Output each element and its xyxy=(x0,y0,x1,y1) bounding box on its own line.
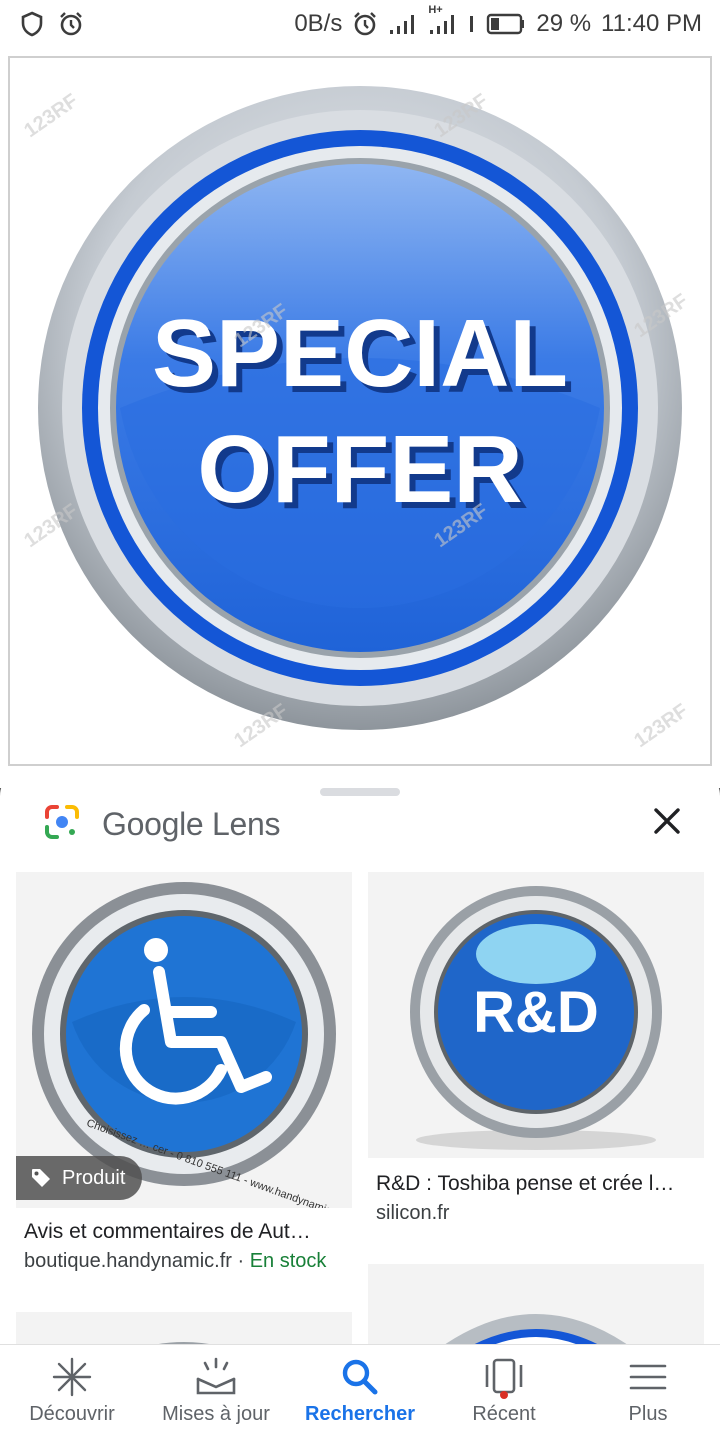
alarm-icon xyxy=(58,11,84,37)
lens-title: Google Lens xyxy=(102,805,281,842)
nav-item-plus[interactable]: Plus xyxy=(576,1345,720,1440)
network-type: H+ xyxy=(428,4,443,16)
nav-label: Récent xyxy=(472,1403,536,1425)
sheet-drag-handle[interactable] xyxy=(320,788,400,796)
battery-icon xyxy=(486,13,526,35)
nav-item-decouvrir[interactable]: Découvrir xyxy=(0,1345,144,1440)
result-domain: boutique.handynamic.fr xyxy=(24,1250,232,1272)
tag-icon xyxy=(32,1169,50,1187)
product-badge-label: Produit xyxy=(62,1166,126,1189)
notification-dot xyxy=(500,1391,508,1399)
google-lens-logo-icon xyxy=(44,804,80,845)
asterisk-icon xyxy=(52,1357,92,1397)
clock: 11:40 PM xyxy=(601,10,702,37)
alarm-icon xyxy=(352,11,378,37)
crop-handle-top-right[interactable] xyxy=(680,62,706,88)
nav-item-rechercher[interactable]: Rechercher xyxy=(288,1345,432,1440)
lens-header: Google Lens xyxy=(44,802,280,846)
signal-icon: H+ xyxy=(428,4,458,38)
source-separator: · xyxy=(231,1250,250,1272)
vibrate-icon xyxy=(468,14,476,34)
lens-results-sheet[interactable]: Google Lens Choisissez … cer - 0 810 555… xyxy=(0,768,720,1368)
result-image[interactable]: R&D xyxy=(368,872,704,1158)
network-speed: 0B/s xyxy=(294,10,343,37)
menu-icon xyxy=(628,1357,668,1397)
crop-handle-bottom-right[interactable] xyxy=(680,734,706,760)
result-title[interactable]: Avis et commentaires de Aut… xyxy=(24,1220,342,1244)
close-button[interactable] xyxy=(650,804,684,838)
rd-button-image: R&D xyxy=(368,872,704,1158)
status-bar: 0B/s H+ 29 % 11:40 PM xyxy=(0,0,720,48)
result-domain: silicon.fr xyxy=(376,1202,450,1224)
product-badge: Produit xyxy=(16,1156,142,1200)
nav-item-mises-a-jour[interactable]: Mises à jour xyxy=(144,1345,288,1440)
bottom-nav: Découvrir Mises à jour Rechercher Récent… xyxy=(0,1344,720,1440)
close-icon xyxy=(654,808,680,834)
nav-item-recent[interactable]: Récent xyxy=(432,1345,576,1440)
stock-status: En stock xyxy=(249,1250,327,1272)
result-title[interactable]: R&D : Toshiba pense et crée l… xyxy=(376,1172,694,1196)
image-viewer[interactable]: SPECIAL SPECIAL OFFER OFFER 123RF 123RF … xyxy=(0,48,720,788)
updates-icon xyxy=(194,1357,238,1397)
nav-label: Mises à jour xyxy=(162,1403,270,1425)
nav-label: Plus xyxy=(628,1403,668,1425)
crop-handle-top-left[interactable] xyxy=(14,62,40,88)
recent-icon xyxy=(482,1357,526,1399)
nav-label: Découvrir xyxy=(29,1403,115,1425)
result-source: boutique.handynamic.fr · En stock xyxy=(24,1250,326,1273)
signal-icon xyxy=(388,12,418,36)
battery-percent: 29 % xyxy=(536,10,592,37)
search-icon xyxy=(340,1357,380,1397)
selection-frame[interactable] xyxy=(8,56,712,766)
nav-label: Rechercher xyxy=(304,1403,416,1425)
rd-label: R&D xyxy=(473,980,599,1045)
shield-icon xyxy=(20,11,44,37)
crop-handle-bottom-left[interactable] xyxy=(14,734,40,760)
